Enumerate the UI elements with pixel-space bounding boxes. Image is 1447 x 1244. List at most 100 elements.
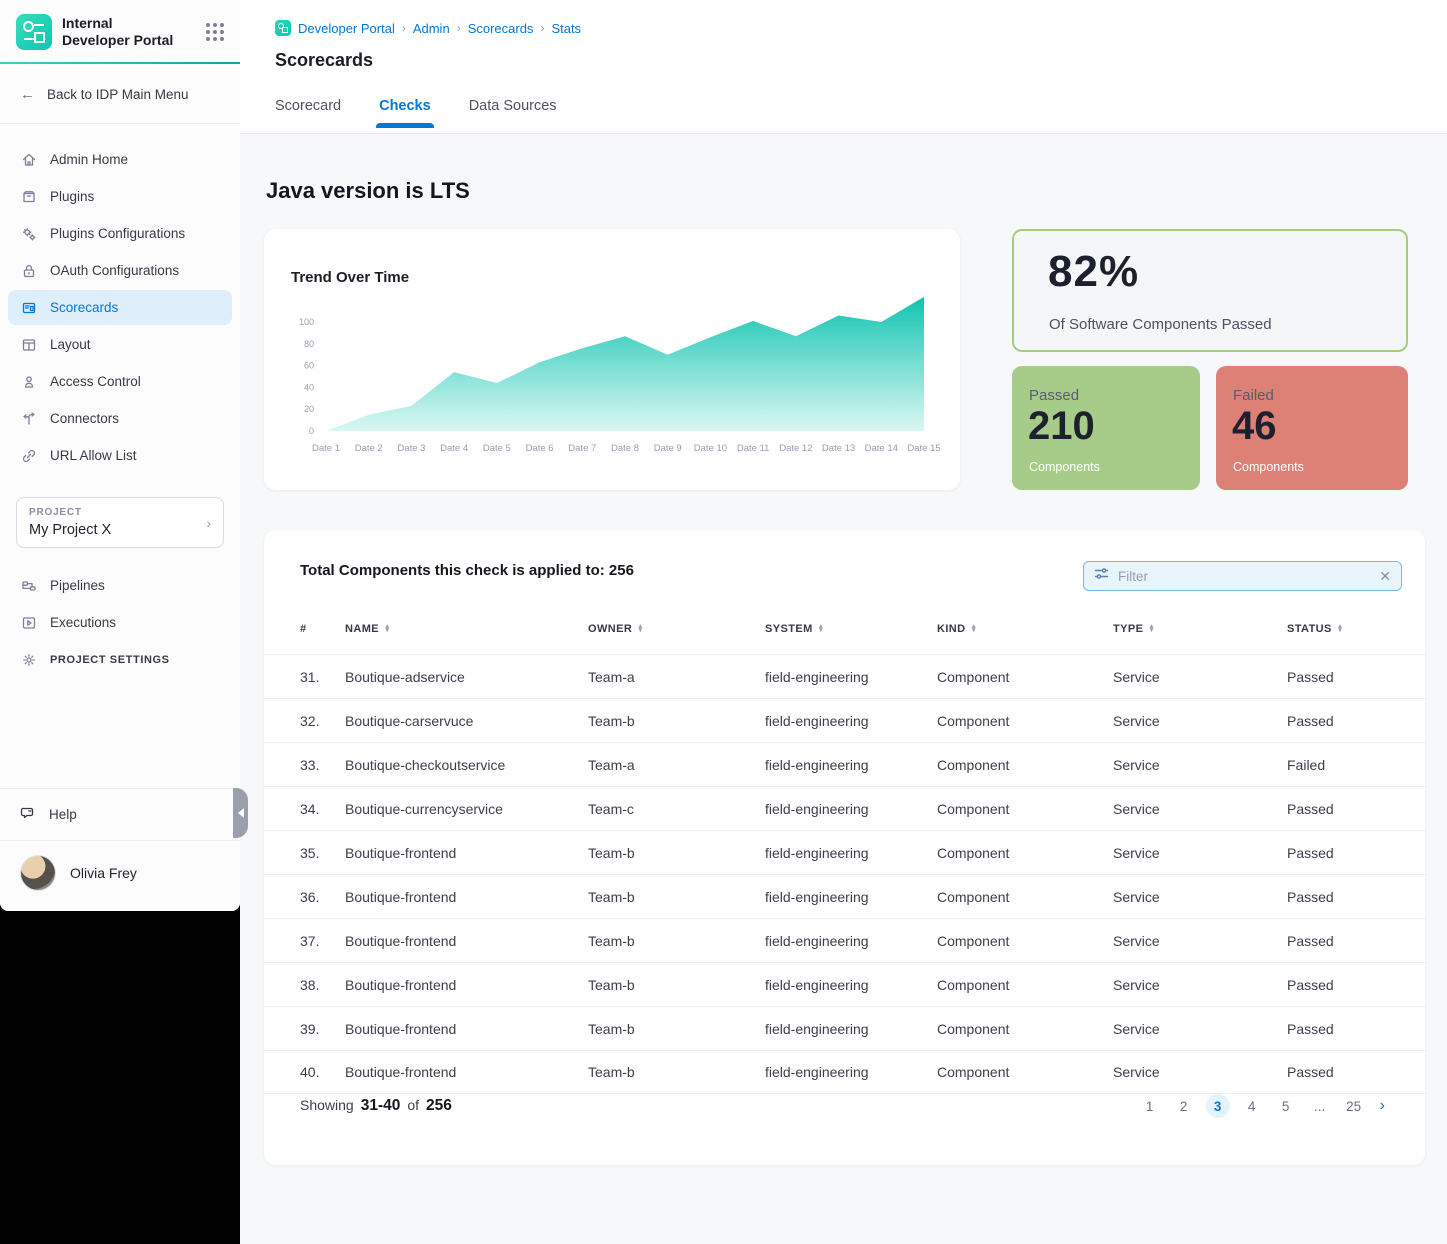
cell-name: Boutique-frontend <box>345 1064 588 1080</box>
table-caption: Total Components this check is applied t… <box>300 562 634 579</box>
sidebar-collapse-handle[interactable] <box>233 788 248 838</box>
cell-type: Service <box>1113 801 1287 817</box>
cell-name: Boutique-frontend <box>345 933 588 949</box>
column-header-type[interactable]: TYPE▲▼ <box>1113 623 1287 635</box>
cell-owner: Team-a <box>588 757 765 773</box>
filter-input[interactable] <box>1118 569 1370 584</box>
table-row[interactable]: 39.Boutique-frontendTeam-bfield-engineer… <box>264 1006 1425 1050</box>
cell-status: Passed <box>1287 933 1425 949</box>
breadcrumb-link[interactable]: Stats <box>551 21 581 36</box>
table-row[interactable]: 32.Boutique-carservuceTeam-bfield-engine… <box>264 698 1425 742</box>
tab-scorecard[interactable]: Scorecard <box>275 98 341 128</box>
sidebar-item-admin-home[interactable]: Admin Home <box>8 142 232 177</box>
app-logo-icon <box>16 14 52 50</box>
sidebar-item-pipelines[interactable]: Pipelines <box>8 568 232 603</box>
close-icon[interactable]: ✕ <box>1379 569 1391 583</box>
cell-name: Boutique-frontend <box>345 889 588 905</box>
breadcrumb-link[interactable]: Developer Portal <box>298 21 395 36</box>
breadcrumb-link[interactable]: Scorecards <box>468 21 534 36</box>
column-header-num[interactable]: # <box>300 623 345 635</box>
failed-caption: Components <box>1233 460 1304 474</box>
cell-system: field-engineering <box>765 889 937 905</box>
breadcrumb-link[interactable]: Admin <box>413 21 450 36</box>
cell-owner: Team-c <box>588 801 765 817</box>
help-button[interactable]: Help <box>0 788 240 840</box>
sidebar-item-plugins[interactable]: Plugins <box>8 179 232 214</box>
trend-area <box>326 297 924 431</box>
page-4[interactable]: 4 <box>1240 1094 1264 1118</box>
sidebar-item-scorecards[interactable]: Scorecards <box>8 290 232 325</box>
main-header: Developer Portal›Admin›Scorecards›Stats … <box>240 0 1447 134</box>
cell-type: Service <box>1113 1064 1287 1080</box>
sidebar-item-oauth-configurations[interactable]: OAuth Configurations <box>8 253 232 288</box>
cell-type: Service <box>1113 713 1287 729</box>
failed-card: Failed 46 Components <box>1216 366 1408 490</box>
tab-checks[interactable]: Checks <box>379 98 431 128</box>
column-header-system[interactable]: SYSTEM▲▼ <box>765 623 937 635</box>
column-header-name[interactable]: NAME▲▼ <box>345 623 588 635</box>
sidebar-item-connectors[interactable]: Connectors <box>8 401 232 436</box>
column-header-status[interactable]: STATUS▲▼ <box>1287 623 1425 635</box>
cell-num: 32. <box>300 713 345 729</box>
table-row[interactable]: 37.Boutique-frontendTeam-bfield-engineer… <box>264 918 1425 962</box>
cell-status: Passed <box>1287 801 1425 817</box>
plugins-icon <box>20 188 37 205</box>
admin-home-icon <box>20 151 37 168</box>
page-1[interactable]: 1 <box>1138 1094 1162 1118</box>
table-row[interactable]: 31.Boutique-adserviceTeam-afield-enginee… <box>264 654 1425 698</box>
cell-num: 38. <box>300 977 345 993</box>
cell-status: Passed <box>1287 669 1425 685</box>
table-row[interactable]: 34.Boutique-currencyserviceTeam-cfield-e… <box>264 786 1425 830</box>
cell-status: Passed <box>1287 845 1425 861</box>
tab-data-sources[interactable]: Data Sources <box>469 98 557 128</box>
cell-type: Service <box>1113 845 1287 861</box>
cell-kind: Component <box>937 757 1113 773</box>
column-header-owner[interactable]: OWNER▲▼ <box>588 623 765 635</box>
breadcrumb-separator: › <box>540 21 544 35</box>
cell-kind: Component <box>937 1021 1113 1037</box>
page-2[interactable]: 2 <box>1172 1094 1196 1118</box>
table-row[interactable]: 38.Boutique-frontendTeam-bfield-engineer… <box>264 962 1425 1006</box>
table-row[interactable]: 33.Boutique-checkoutserviceTeam-afield-e… <box>264 742 1425 786</box>
cell-name: Boutique-adservice <box>345 669 588 685</box>
sort-icon[interactable]: ▲▼ <box>1148 625 1155 633</box>
column-header-kind[interactable]: KIND▲▼ <box>937 623 1113 635</box>
sidebar-item-layout[interactable]: Layout <box>8 327 232 362</box>
cell-owner: Team-b <box>588 1021 765 1037</box>
table-row[interactable]: 35.Boutique-frontendTeam-bfield-engineer… <box>264 830 1425 874</box>
cell-status: Passed <box>1287 1021 1425 1037</box>
sidebar-item-plugins-configurations[interactable]: Plugins Configurations <box>8 216 232 251</box>
showing-of: of <box>407 1097 419 1113</box>
page-25[interactable]: 25 <box>1342 1094 1366 1118</box>
page-5[interactable]: 5 <box>1274 1094 1298 1118</box>
sort-icon[interactable]: ▲▼ <box>637 625 644 633</box>
sort-icon[interactable]: ▲▼ <box>818 625 825 633</box>
sidebar-item-url-allow-list[interactable]: URL Allow List <box>8 438 232 473</box>
cell-status: Passed <box>1287 977 1425 993</box>
sidebar-item-executions[interactable]: Executions <box>8 605 232 640</box>
cell-type: Service <box>1113 977 1287 993</box>
sort-icon[interactable]: ▲▼ <box>1337 625 1344 633</box>
sort-icon[interactable]: ▲▼ <box>971 625 978 633</box>
sidebar-item-label: OAuth Configurations <box>50 263 179 278</box>
page-3[interactable]: 3 <box>1206 1094 1230 1118</box>
table-row[interactable]: 40.Boutique-frontendTeam-bfield-engineer… <box>264 1050 1425 1094</box>
cell-num: 37. <box>300 933 345 949</box>
next-page-chevron-icon[interactable]: › <box>1380 1097 1385 1115</box>
sidebar-item-project-settings[interactable]: PROJECT SETTINGS <box>8 642 232 677</box>
sort-icon[interactable]: ▲▼ <box>384 625 391 633</box>
cell-system: field-engineering <box>765 933 937 949</box>
app-switcher-grid-icon[interactable] <box>206 23 224 41</box>
table-row[interactable]: 36.Boutique-frontendTeam-bfield-engineer… <box>264 874 1425 918</box>
filter-box[interactable]: ✕ <box>1083 561 1402 591</box>
plugins-configurations-icon <box>20 225 37 242</box>
x-tick-label: Date 11 <box>737 443 770 454</box>
x-tick-label: Date 12 <box>779 443 812 454</box>
sidebar-item-access-control[interactable]: Access Control <box>8 364 232 399</box>
breadcrumb: Developer Portal›Admin›Scorecards›Stats <box>275 20 581 36</box>
project-selector[interactable]: PROJECT My Project X › <box>16 497 224 548</box>
back-to-main-menu[interactable]: ← Back to IDP Main Menu <box>0 64 240 124</box>
user-menu[interactable]: Olivia Frey <box>0 840 240 911</box>
sidebar-item-label: URL Allow List <box>50 448 137 463</box>
cell-num: 35. <box>300 845 345 861</box>
